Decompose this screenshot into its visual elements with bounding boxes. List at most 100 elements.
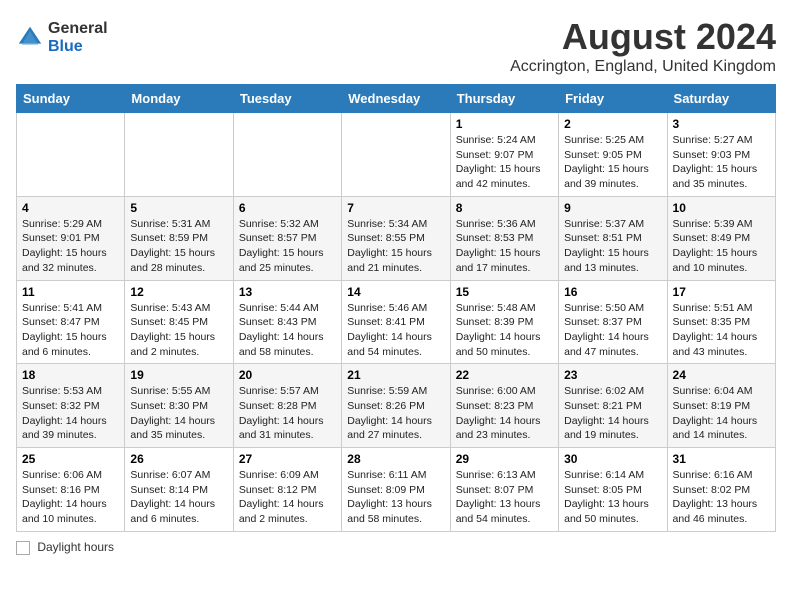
calendar-week-row: 4Sunrise: 5:29 AMSunset: 9:01 PMDaylight… — [17, 196, 776, 280]
calendar-cell: 25 Sunrise: 6:06 AMSunset: 8:16 PMDayligh… — [17, 448, 125, 532]
calendar-cell: 8 Sunrise: 5:36 AMSunset: 8:53 PMDaylight… — [450, 196, 558, 280]
day-info: Sunrise: 5:46 AMSunset: 8:41 PMDaylight:… — [347, 302, 432, 358]
calendar-cell: 19Sunrise: 5:55 AMSunset: 8:30 PMDayligh… — [125, 364, 233, 448]
day-info: Sunrise: 5:39 AMSunset: 8:49 PMDaylight:… — [673, 218, 758, 274]
day-number: 6 — [239, 201, 336, 215]
calendar-header-sunday: Sunday — [17, 85, 125, 113]
subtitle: Accrington, England, United Kingdom — [510, 58, 776, 76]
calendar-cell: 12Sunrise: 5:43 AMSunset: 8:45 PMDayligh… — [125, 280, 233, 364]
day-info: Sunrise: 5:59 AMSunset: 8:26 PMDaylight:… — [347, 385, 432, 441]
calendar-cell: 20 Sunrise: 5:57 AMSunset: 8:28 PMDayligh… — [233, 364, 341, 448]
calendar-cell: 31Sunrise: 6:16 AMSunset: 8:02 PMDayligh… — [667, 448, 775, 532]
day-number: 24 — [673, 368, 770, 382]
title-section: August 2024 Accrington, England, United … — [510, 16, 776, 76]
day-number: 9 — [564, 201, 661, 215]
day-info: Sunrise: 5:51 AMSunset: 8:35 PMDaylight:… — [673, 302, 758, 358]
calendar-cell — [17, 113, 125, 197]
calendar-cell: 21 Sunrise: 5:59 AMSunset: 8:26 PMDayligh… — [342, 364, 450, 448]
logo-icon — [16, 24, 44, 52]
calendar-cell: 15 Sunrise: 5:48 AMSunset: 8:39 PMDayligh… — [450, 280, 558, 364]
calendar-header-saturday: Saturday — [667, 85, 775, 113]
day-number: 26 — [130, 452, 227, 466]
day-number: 5 — [130, 201, 227, 215]
calendar-cell — [233, 113, 341, 197]
calendar-header-row: SundayMondayTuesdayWednesdayThursdayFrid… — [17, 85, 776, 113]
day-info: Sunrise: 5:32 AMSunset: 8:57 PMDaylight:… — [239, 218, 324, 274]
day-info: Sunrise: 5:57 AMSunset: 8:28 PMDaylight:… — [239, 385, 324, 441]
calendar-cell: 2Sunrise: 5:25 AMSunset: 9:05 PMDaylight… — [559, 113, 667, 197]
day-info: Sunrise: 5:44 AMSunset: 8:43 PMDaylight:… — [239, 302, 324, 358]
calendar-week-row: 18 Sunrise: 5:53 AMSunset: 8:32 PMDayligh… — [17, 364, 776, 448]
day-info: Sunrise: 6:11 AMSunset: 8:09 PMDaylight:… — [347, 469, 432, 525]
day-number: 8 — [456, 201, 553, 215]
calendar-header-monday: Monday — [125, 85, 233, 113]
calendar-cell — [342, 113, 450, 197]
day-number: 23 — [564, 368, 661, 382]
calendar-cell: 26 Sunrise: 6:07 AMSunset: 8:14 PMDayligh… — [125, 448, 233, 532]
day-info: Sunrise: 5:31 AMSunset: 8:59 PMDaylight:… — [130, 218, 215, 274]
day-number: 14 — [347, 285, 444, 299]
day-info: Sunrise: 5:29 AMSunset: 9:01 PMDaylight:… — [22, 218, 107, 274]
footer: Daylight hours — [16, 540, 776, 555]
day-number: 2 — [564, 117, 661, 131]
calendar-cell: 6 Sunrise: 5:32 AMSunset: 8:57 PMDaylight… — [233, 196, 341, 280]
day-info: Sunrise: 6:02 AMSunset: 8:21 PMDaylight:… — [564, 385, 649, 441]
calendar-cell: 29 Sunrise: 6:13 AMSunset: 8:07 PMDayligh… — [450, 448, 558, 532]
day-number: 17 — [673, 285, 770, 299]
day-number: 15 — [456, 285, 553, 299]
calendar-header-wednesday: Wednesday — [342, 85, 450, 113]
day-info: Sunrise: 5:27 AMSunset: 9:03 PMDaylight:… — [673, 134, 758, 190]
day-number: 25 — [22, 452, 119, 466]
day-number: 28 — [347, 452, 444, 466]
logo: General Blue — [16, 20, 108, 55]
day-info: Sunrise: 5:53 AMSunset: 8:32 PMDaylight:… — [22, 385, 107, 441]
calendar-cell: 5 Sunrise: 5:31 AMSunset: 8:59 PMDaylight… — [125, 196, 233, 280]
day-number: 11 — [22, 285, 119, 299]
day-number: 18 — [22, 368, 119, 382]
day-number: 22 — [456, 368, 553, 382]
day-info: Sunrise: 6:13 AMSunset: 8:07 PMDaylight:… — [456, 469, 541, 525]
logo-text: General Blue — [48, 20, 108, 55]
day-number: 16 — [564, 285, 661, 299]
day-number: 3 — [673, 117, 770, 131]
main-title: August 2024 — [510, 16, 776, 58]
day-info: Sunrise: 5:37 AMSunset: 8:51 PMDaylight:… — [564, 218, 649, 274]
calendar-cell: 22Sunrise: 6:00 AMSunset: 8:23 PMDayligh… — [450, 364, 558, 448]
calendar-cell: 23 Sunrise: 6:02 AMSunset: 8:21 PMDayligh… — [559, 364, 667, 448]
day-info: Sunrise: 6:16 AMSunset: 8:02 PMDaylight:… — [673, 469, 758, 525]
daylight-label: Daylight hours — [37, 540, 114, 554]
calendar-cell: 9 Sunrise: 5:37 AMSunset: 8:51 PMDaylight… — [559, 196, 667, 280]
day-number: 29 — [456, 452, 553, 466]
calendar-cell: 27Sunrise: 6:09 AMSunset: 8:12 PMDayligh… — [233, 448, 341, 532]
calendar-cell: 10 Sunrise: 5:39 AMSunset: 8:49 PMDayligh… — [667, 196, 775, 280]
day-info: Sunrise: 5:34 AMSunset: 8:55 PMDaylight:… — [347, 218, 432, 274]
day-info: Sunrise: 6:14 AMSunset: 8:05 PMDaylight:… — [564, 469, 649, 525]
day-info: Sunrise: 5:55 AMSunset: 8:30 PMDaylight:… — [130, 385, 215, 441]
day-info: Sunrise: 6:07 AMSunset: 8:14 PMDaylight:… — [130, 469, 215, 525]
calendar-cell: 7 Sunrise: 5:34 AMSunset: 8:55 PMDaylight… — [342, 196, 450, 280]
day-info: Sunrise: 5:36 AMSunset: 8:53 PMDaylight:… — [456, 218, 541, 274]
day-number: 13 — [239, 285, 336, 299]
day-info: Sunrise: 5:24 AMSunset: 9:07 PMDaylight:… — [456, 134, 541, 190]
calendar-cell: 28 Sunrise: 6:11 AMSunset: 8:09 PMDayligh… — [342, 448, 450, 532]
day-info: Sunrise: 6:06 AMSunset: 8:16 PMDaylight:… — [22, 469, 107, 525]
day-info: Sunrise: 5:48 AMSunset: 8:39 PMDaylight:… — [456, 302, 541, 358]
day-number: 10 — [673, 201, 770, 215]
day-number: 21 — [347, 368, 444, 382]
day-number: 20 — [239, 368, 336, 382]
calendar-header-friday: Friday — [559, 85, 667, 113]
calendar-cell: 11Sunrise: 5:41 AMSunset: 8:47 PMDayligh… — [17, 280, 125, 364]
calendar-cell: 16Sunrise: 5:50 AMSunset: 8:37 PMDayligh… — [559, 280, 667, 364]
day-info: Sunrise: 5:43 AMSunset: 8:45 PMDaylight:… — [130, 302, 215, 358]
calendar-cell: 1 Sunrise: 5:24 AMSunset: 9:07 PMDaylight… — [450, 113, 558, 197]
logo-blue: Blue — [48, 38, 108, 56]
calendar-cell: 3 Sunrise: 5:27 AMSunset: 9:03 PMDaylight… — [667, 113, 775, 197]
calendar-cell: 18 Sunrise: 5:53 AMSunset: 8:32 PMDayligh… — [17, 364, 125, 448]
calendar-header-thursday: Thursday — [450, 85, 558, 113]
calendar-cell: 14 Sunrise: 5:46 AMSunset: 8:41 PMDayligh… — [342, 280, 450, 364]
daylight-legend: Daylight hours — [16, 540, 114, 555]
calendar-cell: 30Sunrise: 6:14 AMSunset: 8:05 PMDayligh… — [559, 448, 667, 532]
day-number: 1 — [456, 117, 553, 131]
day-number: 7 — [347, 201, 444, 215]
calendar-cell: 13 Sunrise: 5:44 AMSunset: 8:43 PMDayligh… — [233, 280, 341, 364]
